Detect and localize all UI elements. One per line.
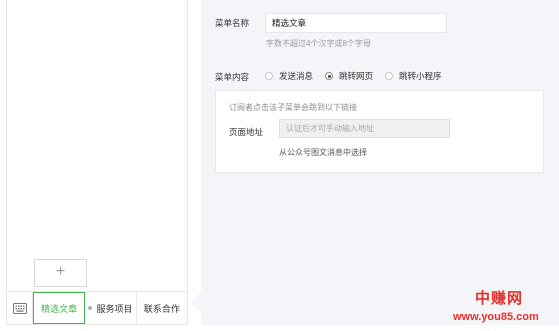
menu-item-label: 联系合作 xyxy=(143,303,180,314)
page-url-label: 页面地址 xyxy=(229,127,264,137)
site-watermark: 中赚网 www.you85.com xyxy=(449,287,559,331)
radio-send-message[interactable]: 发送消息 xyxy=(265,70,313,82)
menu-name-label: 菜单名称 xyxy=(215,18,250,28)
radio-label: 跳转网页 xyxy=(339,71,374,81)
watermark-title: 中赚网 xyxy=(475,290,524,307)
menu-name-input[interactable]: 精选文章 xyxy=(265,13,447,33)
keyboard-icon-graphic xyxy=(12,302,27,314)
link-description: 订阅者点击该子菜单会跳到以下链接 xyxy=(229,103,357,112)
content-type-radios: 发送消息 跳转网页 跳转小程序 xyxy=(265,70,442,82)
menu-item-label: 精选文章 xyxy=(41,303,78,314)
menu-item-featured[interactable]: 精选文章 xyxy=(33,292,86,324)
radio-label: 跳转小程序 xyxy=(399,71,442,81)
link-settings-box: 订阅者点击该子菜单会跳到以下链接 页面地址 认证后才可手动输入地址 从公众号图文… xyxy=(215,90,544,173)
menu-content-label: 菜单内容 xyxy=(215,72,250,82)
radio-open-webpage[interactable]: 跳转网页 xyxy=(325,70,373,82)
select-from-articles-link[interactable]: 从公众号图文消息中选择 xyxy=(279,147,367,158)
phone-preview: + 精选文章 服务项目 联系合作 xyxy=(6,0,188,325)
menu-name-tip: 字数不超过4个汉字或8个字母 xyxy=(266,39,371,48)
add-submenu-button[interactable]: + xyxy=(34,259,87,287)
radio-label: 发送消息 xyxy=(279,71,314,81)
menu-item-contact[interactable]: 联系合作 xyxy=(137,292,187,324)
menu-item-services[interactable]: 服务项目 xyxy=(85,292,137,324)
submenu-dot-icon xyxy=(88,306,93,310)
radio-open-miniprogram[interactable]: 跳转小程序 xyxy=(385,70,442,82)
radio-circle-icon xyxy=(265,72,273,80)
page-url-input[interactable]: 认证后才可手动输入地址 xyxy=(279,119,450,138)
menu-item-label: 服务项目 xyxy=(96,303,133,314)
radio-checked-icon xyxy=(325,72,334,80)
radio-circle-icon xyxy=(385,72,394,80)
menu-bar: 精选文章 服务项目 联系合作 xyxy=(7,291,187,324)
watermark-url: www.you85.com xyxy=(453,311,539,323)
keyboard-icon[interactable] xyxy=(7,292,33,324)
